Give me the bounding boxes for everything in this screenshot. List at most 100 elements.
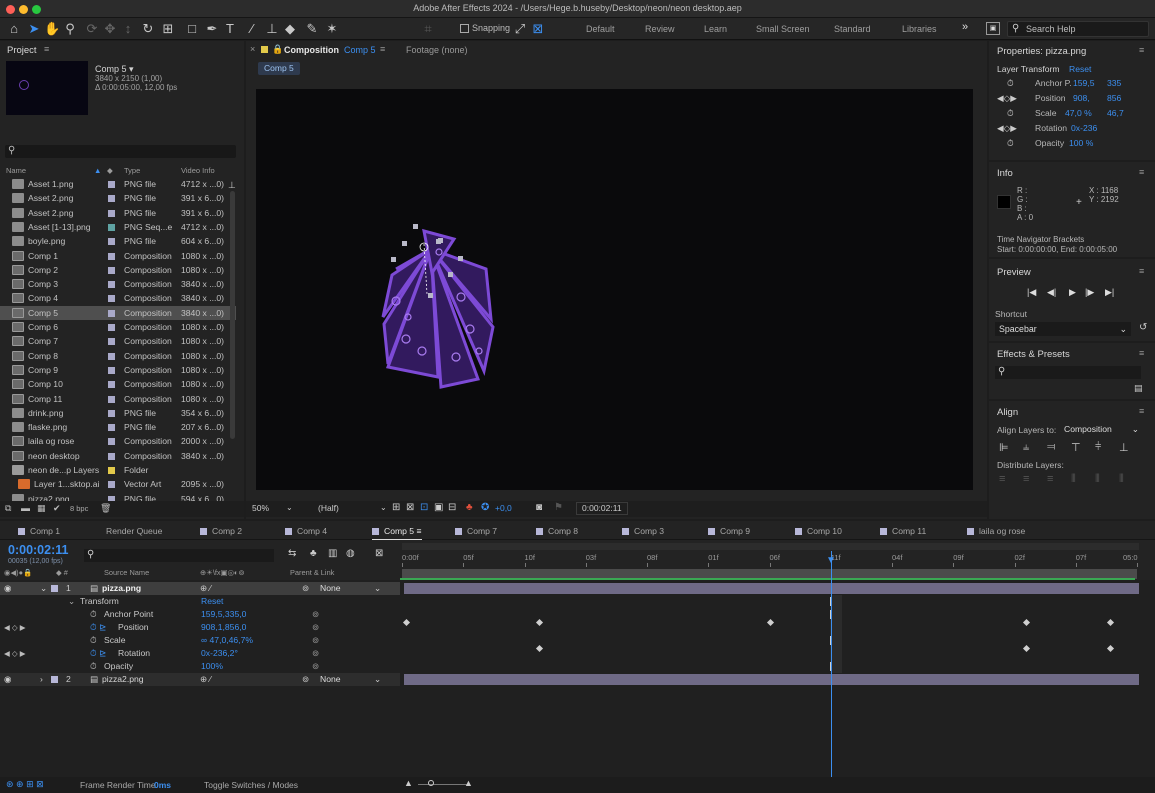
new-folder-icon[interactable]: ▬ — [21, 503, 30, 513]
expression-pickwhip-icon[interactable]: ⊚ — [312, 608, 319, 621]
time-ruler[interactable]: 0:00f 05f 10f 03f 08f 01f 06f 11f 04f 09f 02f 07f 05… — [400, 540, 1155, 580]
stopwatch-icon[interactable]: ⏱ — [90, 634, 97, 647]
keyframe[interactable] — [1106, 644, 1115, 653]
show-snapshot-icon[interactable]: ⚑ — [554, 502, 563, 513]
expand-chevron-icon[interactable]: ⌄ — [40, 582, 47, 595]
selection-tool-icon[interactable]: ➤ — [26, 21, 42, 37]
new-preset-icon[interactable]: ▤ — [1134, 383, 1143, 394]
label-swatch[interactable] — [108, 438, 115, 446]
zoom-out-icon[interactable]: ▲ — [404, 778, 413, 788]
label-swatch[interactable] — [108, 324, 115, 331]
adjust-project-settings-icon[interactable]: ✔ — [53, 503, 61, 514]
flowchart-icon[interactable]: ⊥ — [228, 180, 236, 191]
chevron-down-icon[interactable]: ⌄ — [374, 582, 381, 595]
project-item[interactable]: drink.png PNG file 354 x 6...0) — [0, 406, 236, 420]
magnification-dropdown[interactable]: 50% — [252, 503, 269, 513]
new-composition-icon[interactable]: ▦ — [37, 503, 46, 514]
column-type[interactable]: Type — [124, 166, 140, 175]
property-value[interactable]: 100% — [201, 660, 223, 673]
composition-canvas[interactable] — [256, 89, 973, 490]
timeline-tab[interactable]: Comp 5 ≡ — [372, 526, 422, 540]
timeline-tab[interactable]: Comp 4 — [285, 526, 327, 536]
frame-blending-icon[interactable]: ▥ — [328, 548, 337, 559]
align-menu-icon[interactable]: ≡ — [1139, 406, 1144, 416]
workspace-standard[interactable]: Standard — [834, 24, 871, 34]
composition-menu-icon[interactable]: ≡ — [380, 44, 385, 54]
opacity-value[interactable]: 100 % — [1069, 137, 1093, 149]
project-search-input[interactable]: ⚲ — [5, 145, 236, 158]
keyframe[interactable] — [535, 644, 544, 653]
anchor-point-x[interactable]: 159,5 — [1073, 77, 1095, 89]
timeline-search-input[interactable]: ⚲ — [84, 549, 274, 562]
local-axis-icon[interactable]: ⌗ — [420, 21, 436, 37]
property-value[interactable]: 0x-236,2° — [201, 647, 238, 660]
stopwatch-icon[interactable]: ⏱ — [1007, 107, 1014, 119]
toggle-switches-modes-button[interactable]: Toggle Switches / Modes — [204, 780, 298, 790]
parent-dropdown[interactable]: None — [320, 582, 341, 595]
effects-menu-icon[interactable]: ≡ — [1139, 348, 1144, 358]
chevron-down-icon[interactable]: ⌄ — [380, 503, 387, 512]
timeline-tab[interactable]: laila og rose — [967, 526, 1025, 536]
project-item[interactable]: neon de...p Layers Folder — [0, 463, 236, 477]
transform-property-row[interactable]: ⏱ Scale ∞ 47,0,46,7% ⊚ — [0, 634, 400, 647]
project-item[interactable]: laila og rose Composition 2000 x ...0) — [0, 434, 236, 448]
parent-link-column[interactable]: Parent & Link — [290, 568, 334, 577]
shortcut-dropdown[interactable]: Spacebar ⌄ — [995, 322, 1131, 336]
clone-stamp-tool-icon[interactable]: ⊥ — [264, 21, 280, 37]
timeline-track-area[interactable] — [400, 582, 1155, 772]
timeline-tab[interactable]: Comp 2 — [200, 526, 242, 536]
project-item[interactable]: Asset 2.png PNG file 391 x 6...0) — [0, 191, 236, 205]
color-channels-icon[interactable]: ♣ — [466, 502, 473, 513]
project-item[interactable]: Comp 1 Composition 1080 x ...0) — [0, 249, 236, 263]
label-swatch[interactable] — [108, 309, 115, 317]
timeline-tab[interactable]: Comp 1 — [18, 526, 60, 536]
keyframe[interactable] — [1022, 618, 1031, 627]
label-swatch[interactable] — [108, 195, 115, 203]
stopwatch-icon[interactable]: ⏱ — [1007, 77, 1014, 89]
chevron-down-icon[interactable]: ⌄ — [374, 673, 381, 686]
label-swatch[interactable] — [108, 338, 115, 346]
project-item[interactable]: Comp 7 Composition 1080 x ...0) — [0, 334, 236, 348]
lock-icon[interactable]: 🔒 — [272, 44, 283, 55]
distribute-left-icon[interactable]: ⦀ — [1071, 473, 1076, 486]
label-column-icon[interactable]: ◆ — [107, 166, 113, 175]
align-to-dropdown[interactable]: Composition ⌄ — [1061, 423, 1143, 436]
layer-switches[interactable]: ⊕ ⁄ — [200, 582, 211, 595]
comp-breadcrumb[interactable]: Comp 5 — [258, 62, 300, 75]
transparency-grid-icon[interactable]: ⊠ — [406, 502, 414, 513]
project-item[interactable]: Comp 8 Composition 1080 x ...0) — [0, 349, 236, 363]
zoom-slider[interactable] — [418, 784, 468, 785]
timeline-tab[interactable]: Comp 9 — [708, 526, 750, 536]
region-of-interest-icon[interactable]: ▣ — [434, 502, 443, 513]
transform-property-row[interactable]: ⏱ Opacity 100% ⊚ — [0, 660, 400, 673]
exposure-reset-icon[interactable]: ✪ — [481, 502, 489, 513]
layer-label-swatch[interactable] — [51, 676, 58, 683]
project-item[interactable]: neon desktop Composition 3840 x ...0) — [0, 449, 236, 463]
switches-header-icon[interactable]: ⊕☀\fx▣◎◐⊚ — [200, 568, 245, 577]
keyframe[interactable] — [766, 618, 775, 627]
label-swatch[interactable] — [108, 481, 115, 489]
workspace-small-screen[interactable]: Small Screen — [756, 24, 810, 34]
timeline-tab[interactable]: Comp 3 — [622, 526, 664, 536]
type-tool-icon[interactable]: T — [222, 21, 238, 37]
expression-pickwhip-icon[interactable]: ⊚ — [312, 647, 319, 660]
next-frame-icon[interactable]: |▶ — [1085, 287, 1094, 298]
pickwhip-icon[interactable]: ⊚ — [302, 582, 309, 595]
rotate-tool-icon[interactable]: ↻ — [140, 21, 156, 37]
motion-blur-icon[interactable]: ◍ — [346, 548, 355, 559]
property-value[interactable]: 159,5,335,0 — [201, 608, 246, 621]
label-swatch[interactable] — [108, 281, 115, 289]
workspace-default[interactable]: Default — [586, 24, 615, 34]
rotation-value[interactable]: 0x-236 — [1071, 122, 1097, 134]
composition-tab-label[interactable]: Composition — [284, 45, 339, 55]
layer-transform-reset[interactable]: Reset — [1069, 63, 1091, 75]
label-swatch[interactable] — [108, 209, 115, 217]
timeline-tab[interactable]: Comp 10 — [795, 526, 842, 536]
align-left-icon[interactable]: ⊫ — [999, 441, 1009, 454]
guide-options-icon[interactable]: ⊟ — [448, 502, 456, 513]
hand-tool-icon[interactable]: ✋ — [44, 21, 60, 37]
transform-reset[interactable]: Reset — [201, 595, 223, 608]
project-menu-icon[interactable]: ≡ — [44, 44, 49, 54]
column-name[interactable]: Name — [6, 166, 26, 175]
pen-tool-icon[interactable]: ✒ — [204, 21, 220, 37]
